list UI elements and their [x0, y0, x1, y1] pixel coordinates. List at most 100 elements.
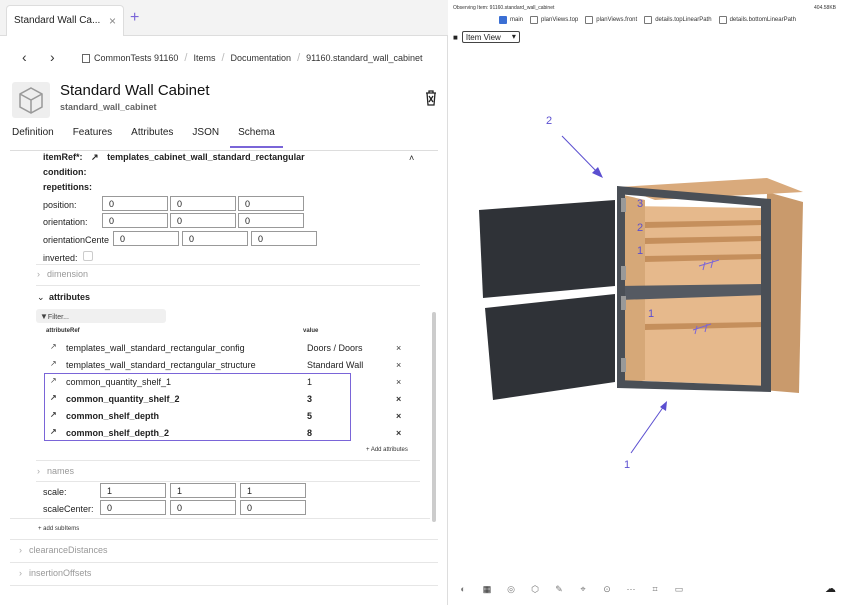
orientation-x-input[interactable]: 0	[102, 213, 168, 228]
orientation-center-y-input[interactable]: 0	[182, 231, 248, 246]
shelf-label-1: 1	[637, 245, 644, 257]
layer-plan-top[interactable]: planViews.top	[530, 16, 578, 24]
chevron-right-icon: ›	[37, 269, 40, 279]
clearance-distances-section[interactable]: › clearanceDistances	[19, 545, 108, 555]
scale-y-input[interactable]: 1	[170, 483, 236, 498]
layers-icon[interactable]: ▭	[671, 584, 687, 595]
attribute-row[interactable]: ↗ templates_wall_standard_rectangular_str…	[46, 356, 416, 373]
remove-attribute-icon[interactable]: ×	[396, 343, 401, 353]
scale-x-input[interactable]: 1	[100, 483, 166, 498]
checkbox-plan-top[interactable]	[530, 16, 539, 24]
attribute-ref[interactable]: templates_wall_standard_rectangular_conf…	[66, 343, 245, 353]
attribute-ref[interactable]: templates_wall_standard_rectangular_stru…	[66, 360, 256, 370]
close-icon[interactable]: ×	[109, 14, 116, 28]
orientation-label: orientation:	[43, 217, 88, 227]
brush-icon[interactable]: ✎	[551, 584, 567, 595]
page-title: Standard Wall Cabinet	[60, 82, 210, 99]
box-icon[interactable]: ⬡	[527, 584, 543, 595]
scale-center-y-input[interactable]: 0	[170, 500, 236, 515]
tab-features[interactable]: Features	[73, 124, 112, 148]
attributes-section[interactable]: ⌄ attributes	[37, 292, 90, 303]
insertion-offsets-section[interactable]: › insertionOffsets	[19, 568, 91, 578]
target-icon[interactable]: ⊙	[599, 584, 615, 595]
tab-attributes[interactable]: Attributes	[131, 124, 173, 148]
measure-icon[interactable]: ⌖	[575, 584, 591, 595]
remove-attribute-icon[interactable]: ×	[396, 360, 401, 370]
scale-label: scale:	[43, 487, 67, 497]
orientation-center-x-input[interactable]: 0	[113, 231, 179, 246]
checkbox-plan-front[interactable]	[585, 16, 594, 24]
remove-attribute-icon[interactable]: ×	[396, 377, 401, 387]
hierarchy-icon[interactable]: ⌗	[647, 584, 663, 595]
breadcrumb-items[interactable]: Items	[193, 53, 215, 63]
tab-json[interactable]: JSON	[192, 124, 219, 148]
remove-attribute-icon[interactable]: ×	[396, 411, 401, 421]
orientation-y-input[interactable]: 0	[170, 213, 236, 228]
grid-icon[interactable]: ▦	[479, 584, 495, 595]
forward-icon[interactable]: ›	[50, 49, 55, 65]
shelf-label-3: 3	[637, 198, 644, 210]
editor-pane: Standard Wall Ca... × + ‹ › CommonTests …	[0, 0, 448, 605]
position-x-input[interactable]: 0	[102, 196, 168, 211]
itemref-value[interactable]: templates_cabinet_wall_standard_rectangu…	[107, 152, 305, 162]
globe-icon[interactable]: ◎	[503, 584, 519, 595]
breadcrumb-documentation[interactable]: Documentation	[231, 53, 292, 63]
orientation-center-z-input[interactable]: 0	[251, 231, 317, 246]
checkbox-top-linear-path[interactable]	[644, 16, 653, 24]
breadcrumb-item[interactable]: 91160.standard_wall_cabinet	[306, 53, 422, 63]
checkbox-main[interactable]	[499, 16, 507, 24]
view-select[interactable]: Item View	[461, 31, 520, 43]
layer-bottom-linear-path[interactable]: details.bottomLinearPath	[718, 16, 796, 24]
layer-plan-front[interactable]: planViews.front	[585, 16, 637, 24]
cloud-upload-icon[interactable]: ☁	[825, 582, 836, 595]
tab-definition[interactable]: Definition	[12, 124, 54, 148]
new-tab-icon[interactable]: +	[130, 9, 139, 27]
add-subitems-button[interactable]: + add subItems	[38, 526, 79, 532]
back-icon[interactable]: ‹	[22, 49, 27, 65]
breadcrumb-project[interactable]: CommonTests 91160	[94, 53, 178, 63]
delete-icon[interactable]	[424, 90, 438, 111]
layer-checkboxes: main planViews.top planViews.front detai…	[499, 16, 803, 24]
attribute-value[interactable]: Standard Wall	[307, 360, 363, 370]
tab-bar: Standard Wall Ca... × +	[0, 0, 448, 36]
layer-top-linear-path[interactable]: details.topLinearPath	[644, 16, 712, 24]
item-header: Standard Wall Cabinet standard_wall_cabi…	[12, 80, 438, 124]
remove-attribute-icon[interactable]: ×	[396, 394, 401, 404]
orientation-z-input[interactable]: 0	[238, 213, 304, 228]
remove-attribute-icon[interactable]: ×	[396, 428, 401, 438]
layer-main[interactable]: main	[499, 16, 523, 24]
orientation-center-label: orientationCente	[43, 235, 110, 245]
external-link-icon[interactable]: ↗	[50, 359, 57, 368]
3d-viewport[interactable]: 2 1 3 2 1 1	[449, 48, 844, 573]
orientation-center-row: orientationCente 0 0 0	[43, 231, 403, 249]
upper-door	[479, 200, 615, 298]
position-y-input[interactable]: 0	[170, 196, 236, 211]
attribute-row[interactable]: ↗ templates_wall_standard_rectangular_con…	[46, 339, 416, 356]
external-link-icon[interactable]: ↗	[50, 342, 57, 351]
attribute-value[interactable]: Doors / Doors	[307, 343, 363, 353]
column-attribute-ref: attributeRef	[46, 328, 80, 334]
scale-z-input[interactable]: 1	[240, 483, 306, 498]
external-link-icon[interactable]: ↗	[91, 152, 99, 162]
tab-schema[interactable]: Schema	[230, 124, 283, 148]
scale-center-z-input[interactable]: 0	[240, 500, 306, 515]
collapse-icon[interactable]: ˄	[409, 153, 414, 163]
orientation-row: orientation: 0 0 0	[43, 213, 403, 231]
palette-icon[interactable]: ◐	[455, 584, 471, 595]
scale-center-x-input[interactable]: 0	[100, 500, 166, 515]
cube-icon	[12, 82, 50, 118]
checkbox-bottom-linear-path[interactable]	[718, 16, 727, 24]
add-attributes-button[interactable]: + Add attributes	[366, 447, 408, 453]
itemref-row: itemRef*: ↗ templates_cabinet_wall_stand…	[43, 152, 305, 164]
scrollbar[interactable]	[432, 312, 436, 522]
position-z-input[interactable]: 0	[238, 196, 304, 211]
dimension-section[interactable]: › dimension	[37, 269, 88, 279]
page-subtitle: standard_wall_cabinet	[60, 102, 157, 112]
attributes-filter-input[interactable]: ▼Filter...	[36, 309, 166, 323]
scale-center-row: scaleCenter: 0 0 0	[43, 500, 403, 518]
inverted-checkbox[interactable]	[83, 251, 93, 261]
document-icon	[82, 53, 90, 63]
names-section[interactable]: › names	[37, 466, 74, 476]
tab-standard-wall-cabinet[interactable]: Standard Wall Ca... ×	[6, 5, 124, 36]
dots-icon[interactable]: ⋯	[623, 584, 639, 595]
